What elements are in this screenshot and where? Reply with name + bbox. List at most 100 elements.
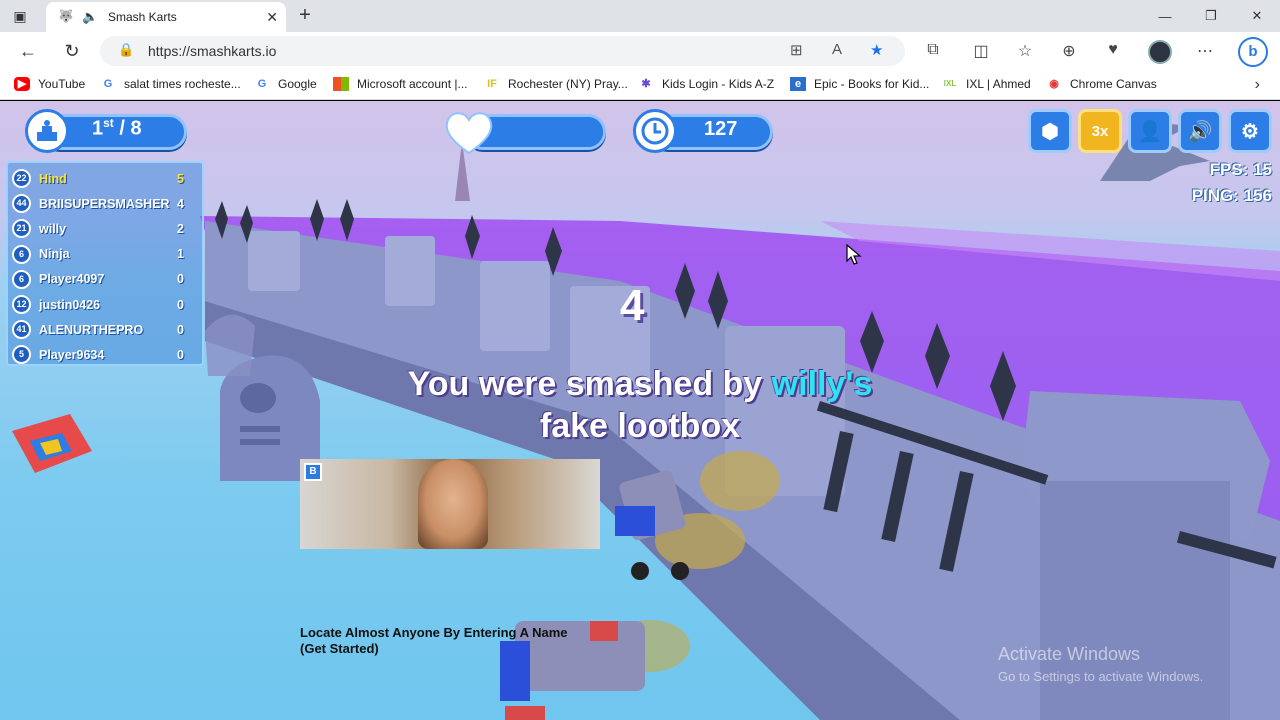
player-level-badge: 22 <box>12 169 31 189</box>
extensions-icon[interactable]: ⧉ <box>922 41 944 59</box>
bookmark-google[interactable]: G Google <box>254 77 317 91</box>
bookmarks-bar: ▶ YouTube G salat times rocheste... G Go… <box>0 70 1280 100</box>
tab-smash-karts[interactable]: 🐺 🔈 Smash Karts ✕ <box>46 2 286 32</box>
player-score: 5 <box>177 171 184 186</box>
minimize-button[interactable]: — <box>1142 0 1188 32</box>
player-level-badge: 6 <box>12 244 31 264</box>
more-menu-icon[interactable]: ⋯ <box>1194 41 1216 61</box>
leaderboard: 22 Hind 5 44 BRIISUPERSMASHER 4 21 willy… <box>6 161 204 366</box>
player-score: 1 <box>177 247 184 262</box>
url-text[interactable]: https://smashkarts.io <box>148 43 276 59</box>
youtube-icon: ▶ <box>14 77 30 91</box>
chevron-right-icon[interactable]: › <box>1255 76 1260 94</box>
leaderboard-row: 6 Player4097 0 <box>8 267 202 292</box>
bookmark-label: Microsoft account |... <box>357 77 468 91</box>
restore-button[interactable]: ❐ <box>1188 0 1234 32</box>
collections-icon[interactable]: ⊕ <box>1058 41 1080 61</box>
leaderboard-row: 5 Player9634 0 <box>8 342 202 367</box>
shield-icon[interactable]: ⬢ <box>1028 109 1072 153</box>
heart-icon <box>444 109 494 160</box>
leaderboard-row: 44 BRIISUPERSMASHER 4 <box>8 191 202 216</box>
bookmark-chrome-canvas[interactable]: ◉ Chrome Canvas <box>1046 77 1157 91</box>
smashed-message: You were smashed by willy's fake lootbox <box>340 363 940 447</box>
speaker-icon[interactable]: 🔈 <box>82 9 98 25</box>
refresh-button[interactable]: ↻ <box>60 39 84 63</box>
player-name: BRIISUPERSMASHER <box>39 196 170 211</box>
smashed-prefix: You were smashed by <box>407 365 772 403</box>
bookmark-label: Chrome Canvas <box>1070 77 1157 91</box>
leaderboard-row: 6 Ninja 1 <box>8 242 202 267</box>
bookmark-label: salat times rocheste... <box>124 77 241 91</box>
favorite-star-icon[interactable]: ★ <box>870 41 883 59</box>
watermark-subtitle: Go to Settings to activate Windows. <box>998 669 1204 684</box>
bookmark-microsoft-account[interactable]: Microsoft account |... <box>333 77 468 91</box>
address-bar: ← ↻ 🔒 https://smashkarts.io ⊞ A ★ ⧉ ◫ ☆ … <box>0 32 1280 70</box>
smashkarts-icon: 🐺 <box>58 9 74 23</box>
bookmark-epic[interactable]: e Epic - Books for Kid... <box>790 77 929 91</box>
weapon-name: fake lootbox <box>539 407 741 445</box>
ad-badge-icon[interactable]: B <box>304 463 322 481</box>
google-icon: G <box>257 78 267 90</box>
multiplier-label: 3x <box>1091 122 1109 140</box>
profile-avatar[interactable] <box>1148 40 1172 64</box>
sound-icon[interactable]: 🔊 <box>1178 109 1222 153</box>
killer-name: willy's <box>771 365 873 403</box>
bookmark-ixl[interactable]: IXL IXL | Ahmed <box>942 77 1031 91</box>
ad-caption[interactable]: Locate Almost Anyone By Entering A Name … <box>300 625 568 657</box>
bookmark-kids-az[interactable]: ✱ Kids Login - Kids A-Z <box>638 77 774 91</box>
add-friend-icon[interactable]: 👤 <box>1128 109 1172 153</box>
read-aloud-icon[interactable]: A <box>832 41 842 58</box>
lock-icon[interactable]: 🔒 <box>118 42 134 58</box>
settings-gear-icon[interactable]: ⚙ <box>1228 109 1272 153</box>
player-score: 4 <box>177 196 184 211</box>
player-name: ALENURTHEPRO <box>39 322 144 337</box>
respawn-countdown: 4 <box>620 281 645 330</box>
ad-caption-line1: Locate Almost Anyone By Entering A Name <box>300 625 568 640</box>
epic-icon: e <box>790 77 806 91</box>
bookmark-rochester-prayer[interactable]: IF Rochester (NY) Pray... <box>484 77 628 91</box>
close-tab-icon[interactable]: ✕ <box>266 9 278 26</box>
back-button[interactable]: ← <box>16 39 40 63</box>
bookmark-salat-times[interactable]: G salat times rocheste... <box>100 77 241 91</box>
bookmark-label: Kids Login - Kids A-Z <box>662 77 775 91</box>
google-icon: G <box>103 78 113 90</box>
rank-suffix: st <box>103 116 114 130</box>
bing-copilot-icon[interactable]: b <box>1238 37 1268 67</box>
timer-value: 127 <box>704 118 738 140</box>
bookmark-youtube[interactable]: ▶ YouTube <box>14 77 85 91</box>
url-field[interactable]: 🔒 https://smashkarts.io ⊞ A ★ <box>100 36 905 66</box>
ad-banner[interactable]: B <box>300 459 600 549</box>
close-window-button[interactable]: ✕ <box>1234 0 1280 32</box>
player-level-badge: 21 <box>12 219 31 239</box>
chrome-canvas-icon: ◉ <box>1049 78 1059 90</box>
player-name: justin0426 <box>39 297 101 312</box>
favorites-icon[interactable]: ☆ <box>1014 41 1036 61</box>
top-right-toolbar: ⬢ 3x 👤 🔊 ⚙ <box>1028 109 1272 153</box>
leaderboard-row: 41 ALENURTHEPRO 0 <box>8 317 202 342</box>
bookmark-label: IXL | Ahmed <box>966 77 1031 91</box>
player-level-badge: 6 <box>12 269 31 289</box>
tab-actions-icon[interactable]: ▣ <box>10 6 30 26</box>
leaderboard-row: 12 justin0426 0 <box>8 292 202 317</box>
player-name: Ninja <box>39 247 70 262</box>
performance-icon[interactable]: ♥ <box>1102 41 1124 59</box>
game-canvas[interactable]: 1st / 8 127 ⬢ 3x 👤 🔊 ⚙ FPS: 15 PING: 156… <box>0 101 1280 720</box>
player-name: Hind <box>39 171 67 186</box>
rank-total: / 8 <box>119 117 142 140</box>
player-score: 2 <box>177 221 184 236</box>
player-score: 0 <box>177 347 184 362</box>
watermark-title: Activate Windows <box>998 644 1141 664</box>
bookmark-label: YouTube <box>38 77 86 91</box>
new-tab-button[interactable]: + <box>294 5 316 27</box>
activate-windows-watermark: Activate Windows Go to Settings to activ… <box>998 644 1203 684</box>
player-name: Player4097 <box>39 272 105 287</box>
player-score: 0 <box>177 297 184 312</box>
player-score: 0 <box>177 322 184 337</box>
player-name: willy <box>39 221 67 236</box>
player-level-badge: 41 <box>12 320 31 340</box>
multiplier-badge[interactable]: 3x <box>1078 109 1122 153</box>
split-screen-icon[interactable]: ◫ <box>970 41 992 61</box>
player-level-badge: 44 <box>12 194 31 214</box>
tab-title: Smash Karts <box>108 10 177 24</box>
app-available-icon[interactable]: ⊞ <box>790 41 803 59</box>
